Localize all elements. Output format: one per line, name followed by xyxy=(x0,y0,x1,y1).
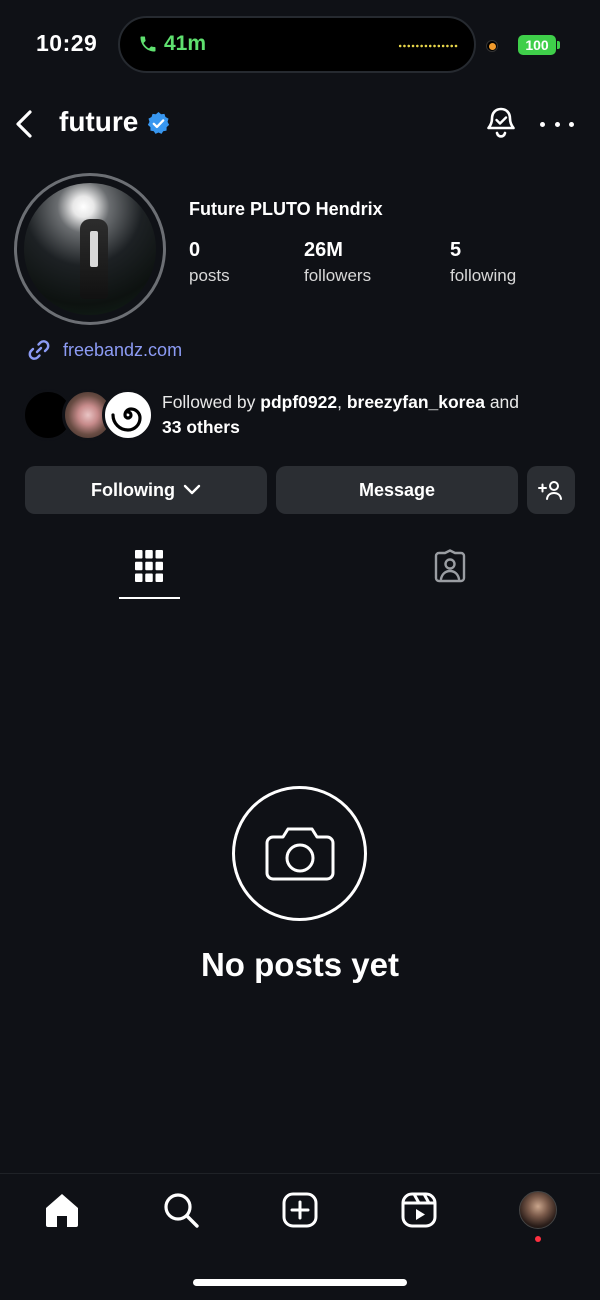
add-person-icon xyxy=(538,481,562,500)
followed-by-prefix: Followed by xyxy=(162,392,261,412)
message-button-label: Message xyxy=(358,479,436,500)
followed-by-separator: , xyxy=(337,392,347,412)
phone-icon xyxy=(140,36,156,52)
more-horizontal-icon[interactable] xyxy=(540,110,574,138)
bell-icon[interactable] xyxy=(482,104,520,142)
stat-following-label: following xyxy=(450,266,517,285)
link-icon xyxy=(28,340,50,360)
call-indicator[interactable]: 41m xyxy=(138,32,206,56)
stat-posts-value: 0 xyxy=(189,239,201,261)
chevron-left-icon[interactable] xyxy=(12,108,36,140)
message-button[interactable]: Message xyxy=(276,466,518,514)
spiral-icon xyxy=(111,407,142,432)
profile-link[interactable]: freebandz.com xyxy=(25,336,182,364)
chevron-down-icon xyxy=(183,484,201,495)
stat-posts-label: posts xyxy=(189,266,230,285)
status-time: 10:29 xyxy=(36,30,98,56)
verified-badge-icon xyxy=(147,112,170,134)
profile-full-name: Future PLUTO Hendrix xyxy=(189,199,383,219)
call-duration: 41m xyxy=(164,32,207,55)
stat-posts: 0 posts xyxy=(189,239,230,286)
stat-followers-label: followers xyxy=(304,266,372,285)
avatar-figure-shirt xyxy=(90,231,98,267)
active-tab-indicator xyxy=(119,597,180,599)
stat-following[interactable]: 5 following xyxy=(450,239,516,286)
mutual-follower-2[interactable]: breezyfan_korea xyxy=(347,392,485,412)
add-person-button[interactable] xyxy=(527,466,575,514)
stat-following-value: 5 xyxy=(450,239,462,261)
grid-icon[interactable] xyxy=(134,549,164,583)
nav-profile-avatar[interactable] xyxy=(519,1191,557,1229)
followed-by-joiner: and xyxy=(484,392,520,412)
audio-wave xyxy=(398,44,458,48)
stat-followers-value: 26M xyxy=(304,239,343,261)
mutual-followers-others[interactable]: 33 others xyxy=(162,417,240,437)
battery-level: 100 xyxy=(525,37,549,53)
profile-link-text[interactable]: freebandz.com xyxy=(63,340,182,361)
follower-avatar[interactable] xyxy=(102,389,154,441)
following-button-label: Following xyxy=(91,479,175,500)
home-icon[interactable] xyxy=(42,1190,82,1230)
mutual-follower-1[interactable]: pdpf0922 xyxy=(260,392,337,412)
profile-avatar[interactable] xyxy=(24,183,156,315)
profile-username: future xyxy=(59,106,139,137)
notification-dot xyxy=(535,1236,541,1242)
tagged-person-icon[interactable] xyxy=(432,549,468,585)
stat-followers[interactable]: 26M followers xyxy=(304,239,371,286)
following-button[interactable]: Following xyxy=(25,466,267,514)
dynamic-island[interactable]: 41m xyxy=(118,16,476,73)
bottom-nav-divider xyxy=(0,1173,600,1174)
home-indicator[interactable] xyxy=(193,1279,407,1286)
reels-icon[interactable] xyxy=(399,1190,439,1230)
search-icon[interactable] xyxy=(161,1190,201,1230)
empty-state-message: No posts yet xyxy=(200,946,400,983)
followed-by-text[interactable]: Followed by pdpf0922, breezyfan_korea an… xyxy=(162,390,572,440)
mic-indicator xyxy=(486,40,498,52)
camera-icon xyxy=(265,827,334,880)
plus-square-icon[interactable] xyxy=(280,1190,320,1230)
empty-state-camera xyxy=(232,786,367,921)
battery-indicator: 100 xyxy=(518,35,560,55)
